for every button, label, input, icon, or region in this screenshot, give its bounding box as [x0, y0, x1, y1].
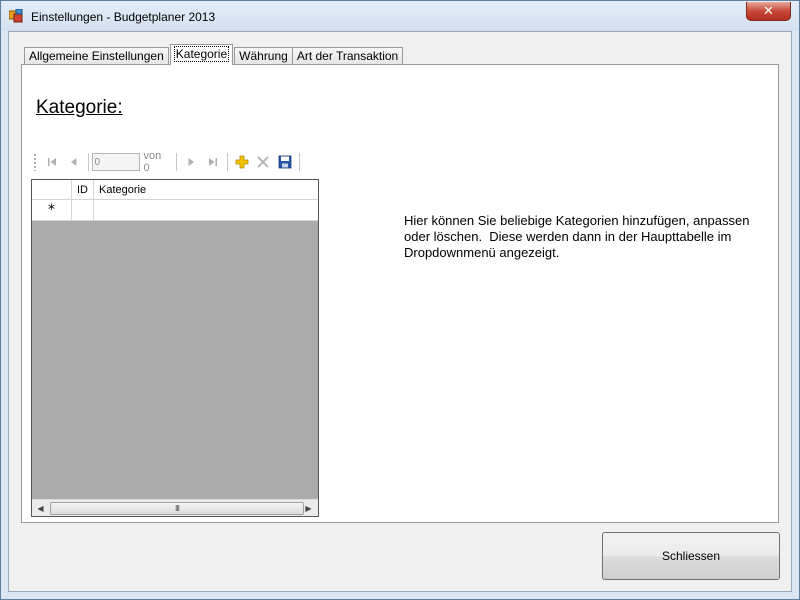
move-first-icon — [47, 158, 56, 166]
app-icon — [9, 9, 23, 23]
title-bar[interactable]: Einstellungen - Budgetplaner 2013 ✕ — [1, 1, 799, 31]
cell-id[interactable] — [72, 200, 94, 221]
add-new-button[interactable] — [231, 151, 253, 173]
horizontal-scrollbar[interactable]: ◀ III ▶ — [32, 499, 318, 516]
move-first-button[interactable] — [41, 151, 63, 173]
move-previous-button[interactable] — [63, 151, 85, 173]
row-header-corner[interactable] — [32, 180, 72, 200]
new-row-marker[interactable]: * — [32, 200, 72, 221]
column-header-category[interactable]: Kategorie — [94, 180, 318, 200]
move-next-button[interactable] — [180, 151, 202, 173]
tab-label: Art der Transaktion — [296, 49, 399, 63]
toolbar-grip[interactable] — [33, 153, 37, 171]
move-last-icon — [208, 158, 217, 166]
column-header-id[interactable]: ID — [72, 180, 94, 200]
close-button-label: Schliessen — [661, 549, 721, 563]
move-last-button[interactable] — [202, 151, 224, 173]
tab-general-settings[interactable]: Allgemeine Einstellungen — [24, 47, 169, 65]
cell-category[interactable] — [94, 200, 318, 221]
tab-transaction-type[interactable]: Art der Transaktion — [291, 47, 404, 65]
tab-currency[interactable]: Währung — [234, 47, 293, 65]
scroll-thumb[interactable]: III — [50, 502, 304, 515]
tab-category[interactable]: Kategorie — [169, 44, 234, 65]
toolbar-separator — [176, 153, 178, 171]
window-close-button[interactable]: ✕ — [746, 2, 791, 21]
scroll-left-icon[interactable]: ◀ — [32, 500, 49, 516]
category-description: Hier können Sie beliebige Kategorien hin… — [404, 213, 750, 260]
tab-strip: Allgemeine Einstellungen Kategorie Währu… — [24, 44, 404, 65]
scroll-right-icon[interactable]: ▶ — [300, 500, 317, 516]
tab-label: Währung — [239, 49, 288, 63]
record-count-label: von 0 — [143, 150, 162, 174]
page-title: Kategorie: — [36, 97, 123, 118]
grid-header-row: ID Kategorie — [32, 180, 318, 200]
delete-icon — [257, 156, 270, 168]
close-icon: ✕ — [763, 3, 774, 19]
tab-label: Allgemeine Einstellungen — [29, 49, 164, 63]
close-dialog-button[interactable]: Schliessen — [602, 532, 780, 580]
save-icon — [278, 155, 292, 169]
grip-icon: III — [174, 504, 180, 513]
position-input[interactable] — [91, 153, 140, 171]
toolbar-separator — [226, 153, 228, 171]
tab-label: Kategorie — [173, 46, 230, 62]
window-title: Einstellungen - Budgetplaner 2013 — [31, 10, 216, 24]
delete-button[interactable] — [252, 151, 274, 173]
toolbar-separator — [299, 153, 300, 171]
toolbar-separator — [87, 153, 89, 171]
category-grid[interactable]: ID Kategorie * ◀ III ▶ — [31, 179, 319, 517]
move-previous-icon — [70, 158, 77, 166]
settings-window: Einstellungen - Budgetplaner 2013 ✕ Allg… — [0, 0, 800, 600]
binding-navigator: von 0 — [33, 150, 303, 174]
save-button[interactable] — [274, 151, 296, 173]
client-area: Allgemeine Einstellungen Kategorie Währu… — [8, 31, 792, 592]
new-row[interactable]: * — [32, 200, 318, 221]
add-new-icon — [235, 155, 248, 169]
move-next-icon — [188, 158, 195, 166]
